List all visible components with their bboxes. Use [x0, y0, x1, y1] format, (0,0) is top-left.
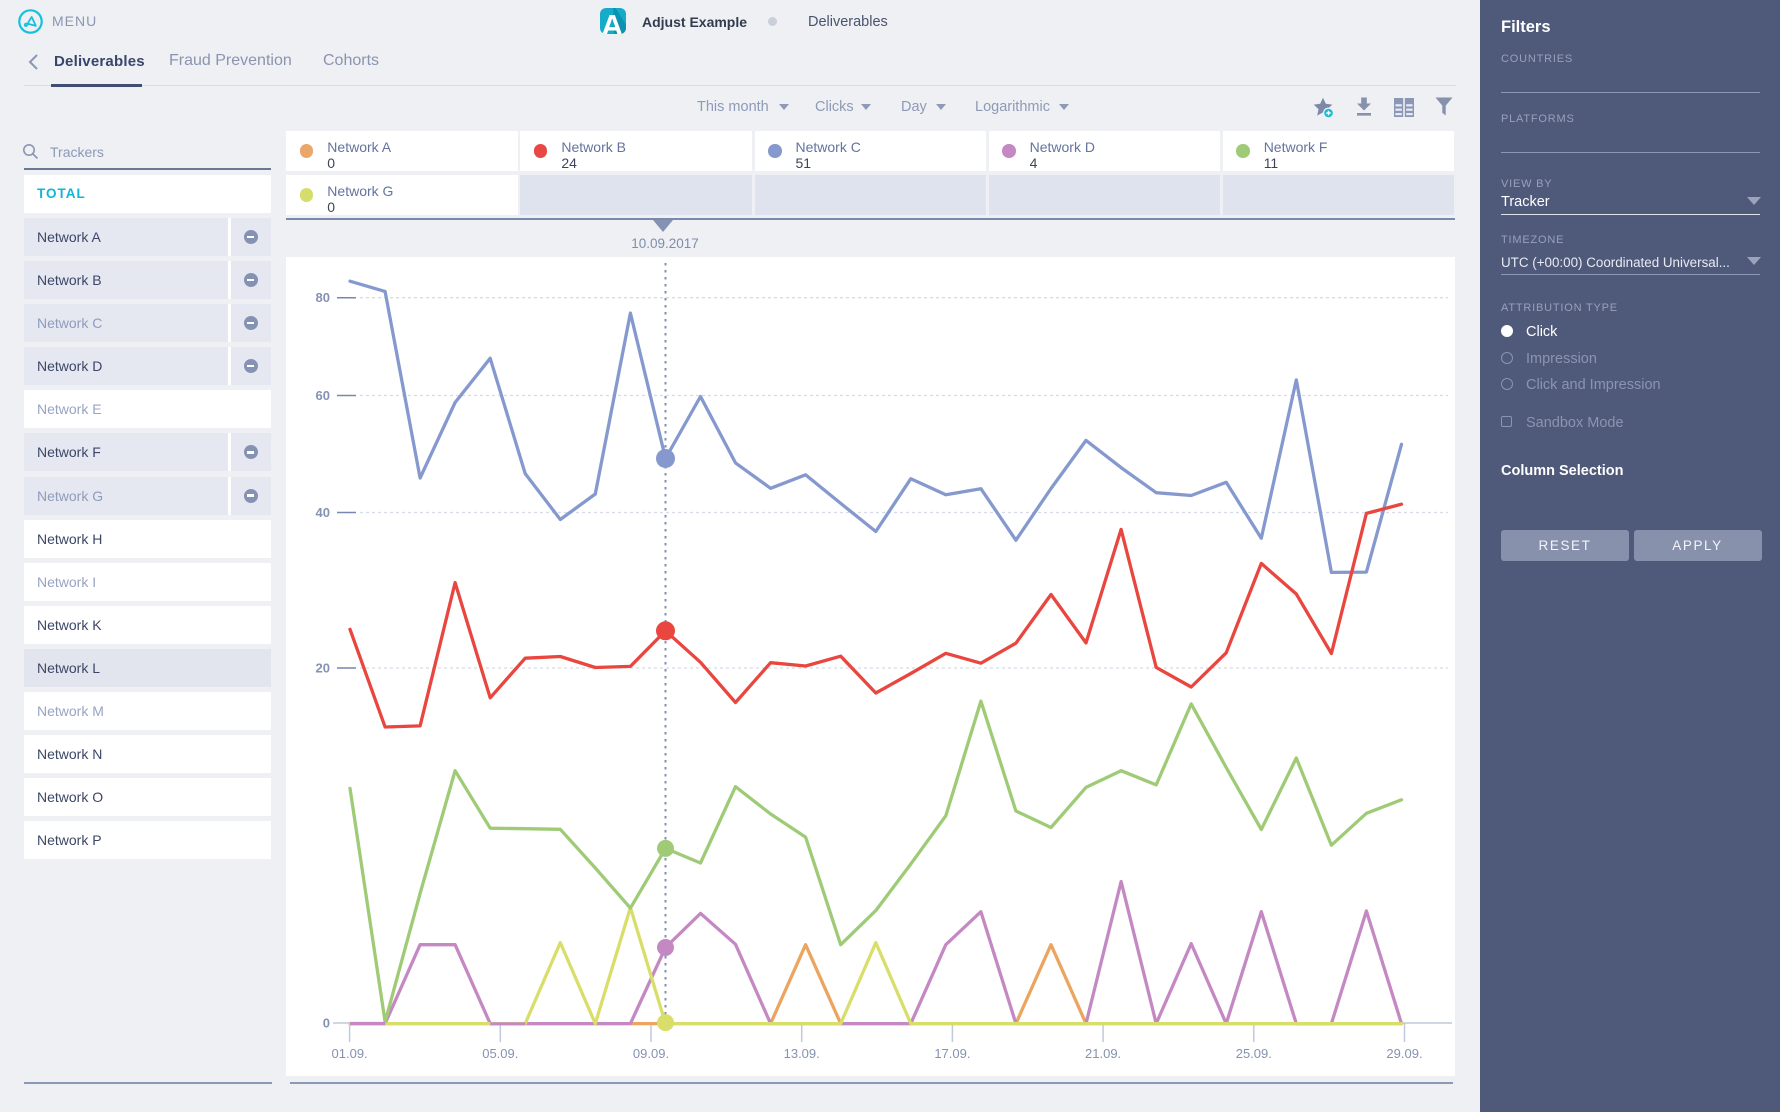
svg-text:13.09.: 13.09.	[784, 1046, 820, 1061]
svg-text:60: 60	[316, 388, 330, 403]
svg-text:09.09.: 09.09.	[633, 1046, 669, 1061]
svg-text:29.09.: 29.09.	[1386, 1046, 1422, 1061]
svg-text:21.09.: 21.09.	[1085, 1046, 1121, 1061]
svg-text:25.09.: 25.09.	[1236, 1046, 1272, 1061]
svg-text:A: A	[601, 8, 623, 34]
svg-text:0: 0	[323, 1016, 330, 1031]
svg-text:01.09.: 01.09.	[332, 1046, 368, 1061]
svg-text:17.09.: 17.09.	[934, 1046, 970, 1061]
svg-text:80: 80	[316, 290, 330, 305]
svg-text:05.09.: 05.09.	[482, 1046, 518, 1061]
svg-text:20: 20	[316, 661, 330, 676]
svg-text:40: 40	[316, 505, 330, 520]
